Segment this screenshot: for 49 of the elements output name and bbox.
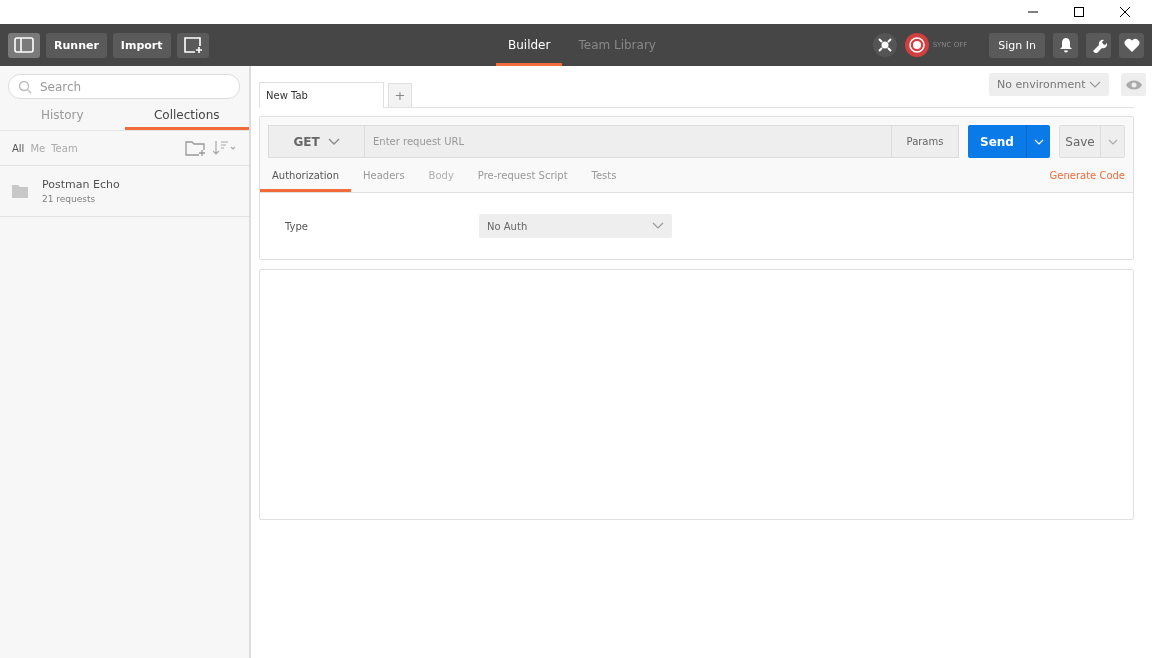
- request-section-tab[interactable]: Tests: [579, 158, 629, 192]
- heart-button[interactable]: [1119, 32, 1144, 58]
- notifications-button[interactable]: [1053, 32, 1078, 58]
- search-field[interactable]: Search: [8, 74, 240, 99]
- method-dropdown[interactable]: GET: [268, 125, 365, 158]
- eye-icon: [1124, 78, 1143, 91]
- settings-button[interactable]: [1086, 32, 1111, 58]
- filter-link[interactable]: All: [12, 142, 25, 154]
- folder-icon: [12, 184, 28, 198]
- sign-in-button[interactable]: Sign In: [989, 32, 1045, 58]
- maximize-icon[interactable]: [1074, 7, 1084, 17]
- close-icon[interactable]: [1120, 7, 1130, 17]
- bell-icon: [1058, 37, 1073, 53]
- sidebar-tab[interactable]: History: [0, 99, 125, 130]
- runner-button[interactable]: Runner: [46, 32, 107, 58]
- search-icon: [18, 80, 32, 94]
- view-tab[interactable]: Team Library: [566, 24, 668, 66]
- collection-name: Postman Echo: [42, 178, 120, 191]
- collection-item[interactable]: Postman Echo 21 requests: [0, 166, 249, 217]
- new-window-button[interactable]: [176, 32, 209, 58]
- interceptor-icon[interactable]: [872, 33, 897, 57]
- sidebar-toggle-button[interactable]: [8, 32, 40, 58]
- request-section-tab[interactable]: Headers: [351, 158, 417, 192]
- save-button[interactable]: Save: [1060, 126, 1100, 157]
- sidebar-tab[interactable]: Collections: [124, 99, 249, 130]
- chevron-down-icon: [1033, 138, 1044, 145]
- auth-type-value: No Auth: [487, 220, 528, 232]
- request-section-tab[interactable]: Pre-request Script: [465, 158, 580, 192]
- sidebar-icon: [14, 37, 34, 53]
- import-button[interactable]: Import: [112, 32, 171, 58]
- environment-value: No environment: [997, 78, 1086, 91]
- generate-code-link[interactable]: Generate Code: [1049, 169, 1125, 181]
- view-tab[interactable]: Builder: [496, 24, 563, 66]
- new-window-icon: [182, 36, 203, 54]
- send-button[interactable]: Send: [968, 125, 1026, 158]
- request-tab[interactable]: New Tab: [259, 82, 384, 108]
- chevron-down-icon: [1107, 138, 1118, 145]
- request-count: 21 requests: [42, 194, 97, 204]
- chevron-down-icon: [652, 222, 664, 230]
- auth-type-label: Type: [285, 220, 309, 232]
- add-tab-button[interactable]: +: [388, 83, 412, 107]
- environment-dropdown[interactable]: No environment: [989, 73, 1109, 96]
- chevron-down-icon: [327, 137, 340, 146]
- auth-type-dropdown[interactable]: No Auth: [479, 214, 672, 238]
- chevron-down-icon: [1089, 80, 1101, 89]
- sync-icon[interactable]: [904, 33, 929, 57]
- url-field[interactable]: Enter request URL: [365, 125, 891, 158]
- params-button[interactable]: Params: [891, 125, 959, 158]
- heart-icon: [1123, 38, 1140, 52]
